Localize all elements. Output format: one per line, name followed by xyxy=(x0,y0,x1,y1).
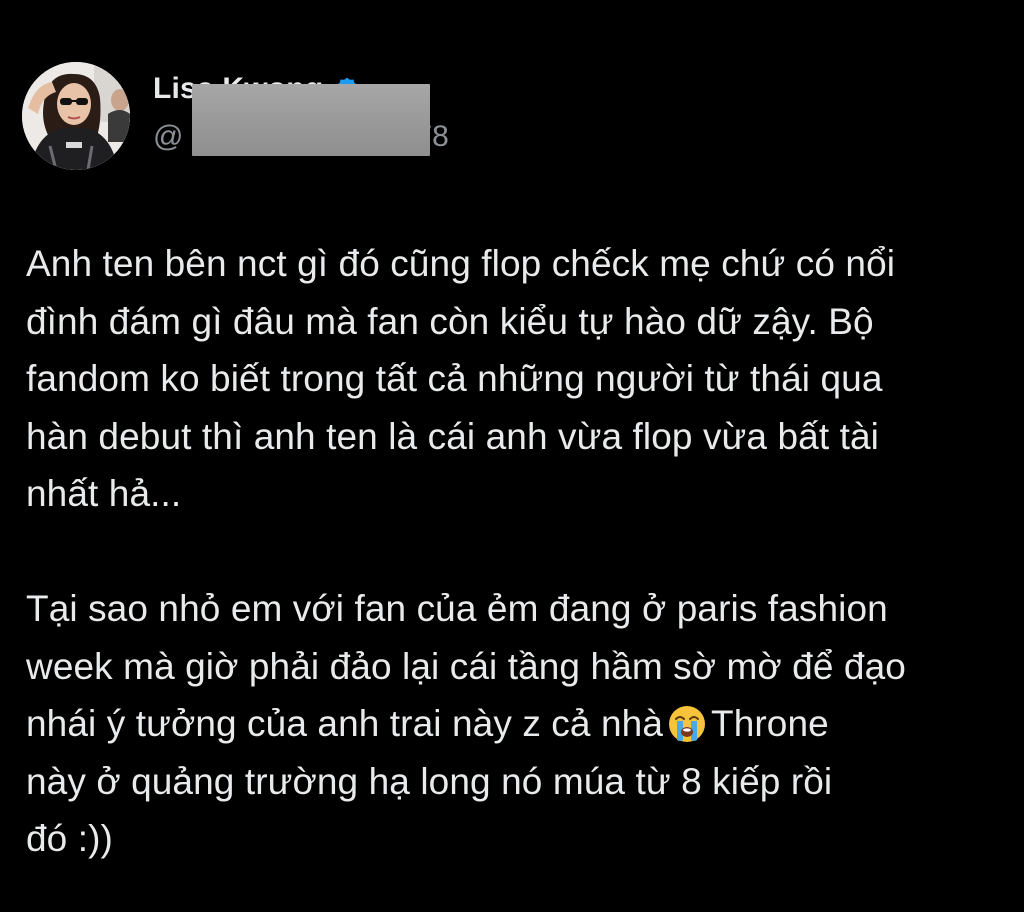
tweet-paragraph-1: Anh ten bên nct gì đó cũng flop chếck mẹ… xyxy=(26,243,896,514)
tweet-text: Anh ten bên nct gì đó cũng flop chếck mẹ… xyxy=(26,235,996,868)
avatar[interactable] xyxy=(22,62,130,170)
avatar-image xyxy=(22,62,130,170)
loudly-crying-face-icon xyxy=(669,706,705,742)
redaction-box xyxy=(192,84,430,156)
handle-prefix: @ xyxy=(153,120,184,153)
tweet-paragraph-2: Tại sao nhỏ em với fan của ẻm đang ở par… xyxy=(26,580,996,868)
tweet-card: Lisa Kwong @78 Anh ten bên nct gì đó cũn… xyxy=(0,0,1024,912)
tweet-header: Lisa Kwong @78 xyxy=(22,62,622,174)
